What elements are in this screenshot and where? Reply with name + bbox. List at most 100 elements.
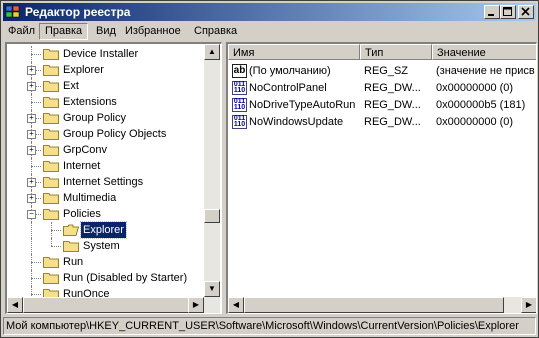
tree-item-label: Device Installer — [63, 48, 139, 60]
binary-value-icon: 011 110 — [232, 81, 247, 95]
string-value-icon: ab — [232, 64, 247, 78]
tree-guide-line — [31, 166, 41, 167]
tree-item[interactable]: + Group Policy Objects — [7, 126, 202, 142]
tree-item-label: Run — [63, 256, 84, 268]
tree-guide-line — [51, 238, 52, 246]
values-scroll-left-button[interactable]: ◀ — [228, 297, 244, 313]
folder-icon — [43, 81, 59, 92]
tree-item-label: Group Policy — [63, 112, 126, 124]
tree-item-label: GrpConv — [63, 144, 108, 156]
menu-view[interactable]: Вид — [91, 24, 121, 39]
minimize-button[interactable] — [484, 5, 500, 19]
expand-icon[interactable]: + — [27, 66, 36, 75]
menu-bar: Файл Правка Вид Избранное Справка — [3, 22, 536, 41]
tree-item[interactable]: Device Installer — [7, 46, 202, 62]
value-type: REG_DW... — [364, 116, 421, 128]
column-header-value[interactable]: Значение — [432, 44, 536, 60]
expand-icon[interactable]: + — [27, 82, 36, 91]
close-button[interactable] — [518, 5, 534, 19]
collapse-icon[interactable]: − — [27, 210, 36, 219]
folder-icon — [43, 65, 59, 76]
tree-item[interactable]: System — [7, 238, 202, 254]
folder-icon — [63, 241, 79, 252]
expand-icon[interactable]: + — [27, 146, 36, 155]
menu-favorites[interactable]: Избранное — [120, 24, 186, 39]
tree-item-label: Multimedia — [63, 192, 117, 204]
folder-icon — [43, 193, 59, 204]
tree-item-label: Internet Settings — [63, 176, 144, 188]
tree-guide-line — [31, 262, 41, 263]
value-row[interactable]: 011 110 NoWindowsUpdate REG_DW... 0x0000000… — [228, 114, 536, 130]
tree-item-label: Extensions — [63, 96, 117, 108]
tree-item-label: Policies — [63, 208, 101, 220]
tree-item[interactable]: + Ext — [7, 78, 202, 94]
tree-item[interactable]: + GrpConv — [7, 142, 202, 158]
tree-item[interactable]: Run — [7, 254, 202, 270]
scroll-down-button[interactable]: ▼ — [204, 281, 220, 297]
tree-vertical-scrollbar[interactable]: ▲ ▼ — [204, 44, 220, 297]
tree-guide-line — [51, 230, 61, 231]
tree-item-label: Explorer — [63, 64, 104, 76]
menu-edit[interactable]: Правка — [39, 23, 89, 40]
key-tree-pane[interactable]: Device Installer + Explorer + Ext Extensions +… — [5, 42, 222, 314]
tree-guide-line — [31, 102, 41, 103]
tree-item[interactable]: Internet — [7, 158, 202, 174]
close-icon — [521, 7, 530, 16]
value-row[interactable]: 011 110 NoDriveTypeAutoRun REG_DW... 0x0000… — [228, 97, 536, 113]
title-bar[interactable]: Редактор реестра — [3, 3, 536, 21]
value-row[interactable]: ab (По умолчанию) REG_SZ (значение не присв — [228, 63, 536, 79]
folder-icon — [43, 273, 59, 284]
tree-item-label: Run (Disabled by Starter) — [63, 272, 188, 284]
scroll-up-button[interactable]: ▲ — [204, 44, 220, 60]
expand-icon[interactable]: + — [27, 114, 36, 123]
tree-item-label: Explorer — [80, 221, 127, 239]
folder-icon — [43, 145, 59, 156]
tree-item-label: Ext — [63, 80, 79, 92]
value-data: 0x000000b5 (181) — [436, 99, 526, 111]
scroll-right-button[interactable]: ▶ — [188, 297, 204, 313]
tree-guide-line — [31, 238, 32, 254]
tree-item[interactable]: Run (Disabled by Starter) — [7, 270, 202, 286]
registry-editor-icon — [5, 5, 20, 18]
tree-item[interactable]: + Group Policy — [7, 110, 202, 126]
folder-icon — [43, 177, 59, 188]
column-header-name[interactable]: Имя — [228, 44, 360, 60]
menu-help[interactable]: Справка — [189, 24, 242, 39]
tree-item[interactable]: + Multimedia — [7, 190, 202, 206]
column-header-type[interactable]: Тип — [360, 44, 432, 60]
scroll-left-button[interactable]: ◀ — [7, 297, 23, 313]
folder-icon — [43, 129, 59, 140]
maximize-button[interactable] — [500, 5, 516, 19]
value-name: NoControlPanel — [249, 82, 327, 94]
binary-value-icon: 011 110 — [232, 98, 247, 112]
tree-hscroll-thumb[interactable] — [23, 297, 193, 313]
value-row[interactable]: 011 110 NoControlPanel REG_DW... 0x00000000… — [228, 80, 536, 96]
tree-horizontal-scrollbar[interactable]: ◀ ▶ — [7, 297, 220, 313]
tree-item-label: Group Policy Objects — [63, 128, 167, 140]
tree-item[interactable]: Extensions — [7, 94, 202, 110]
tree-item[interactable]: Explorer — [7, 221, 202, 239]
expand-icon[interactable]: + — [27, 178, 36, 187]
values-horizontal-scrollbar[interactable]: ◀ ▶ — [228, 297, 536, 313]
tree-vscroll-thumb[interactable] — [204, 209, 220, 223]
expand-icon[interactable]: + — [27, 194, 36, 203]
expand-icon[interactable]: + — [27, 130, 36, 139]
tree-item-label: Internet — [63, 160, 101, 172]
value-name: NoWindowsUpdate — [249, 116, 344, 128]
status-path: Мой компьютер\HKEY_CURRENT_USER\Software… — [6, 320, 519, 332]
value-type: REG_SZ — [364, 65, 409, 77]
tree-item-label: System — [83, 240, 120, 252]
tree-item[interactable]: + Internet Settings — [7, 174, 202, 190]
value-data: 0x00000000 (0) — [436, 116, 514, 128]
values-scroll-right-button[interactable]: ▶ — [521, 297, 536, 313]
menu-file[interactable]: Файл — [3, 24, 40, 39]
values-hscroll-thumb[interactable] — [244, 297, 504, 313]
tree-guide-line — [31, 222, 32, 238]
tree-item[interactable]: + Explorer — [7, 62, 202, 78]
values-list-pane[interactable]: Имя Тип Значение ab (По умолчанию) REG_SZ (… — [226, 42, 537, 314]
status-bar: Мой компьютер\HKEY_CURRENT_USER\Software… — [3, 317, 536, 335]
folder-icon — [43, 113, 59, 124]
tree-guide-line — [31, 278, 41, 279]
tree-item[interactable]: − Policies — [7, 206, 202, 222]
minimize-icon — [488, 14, 494, 16]
